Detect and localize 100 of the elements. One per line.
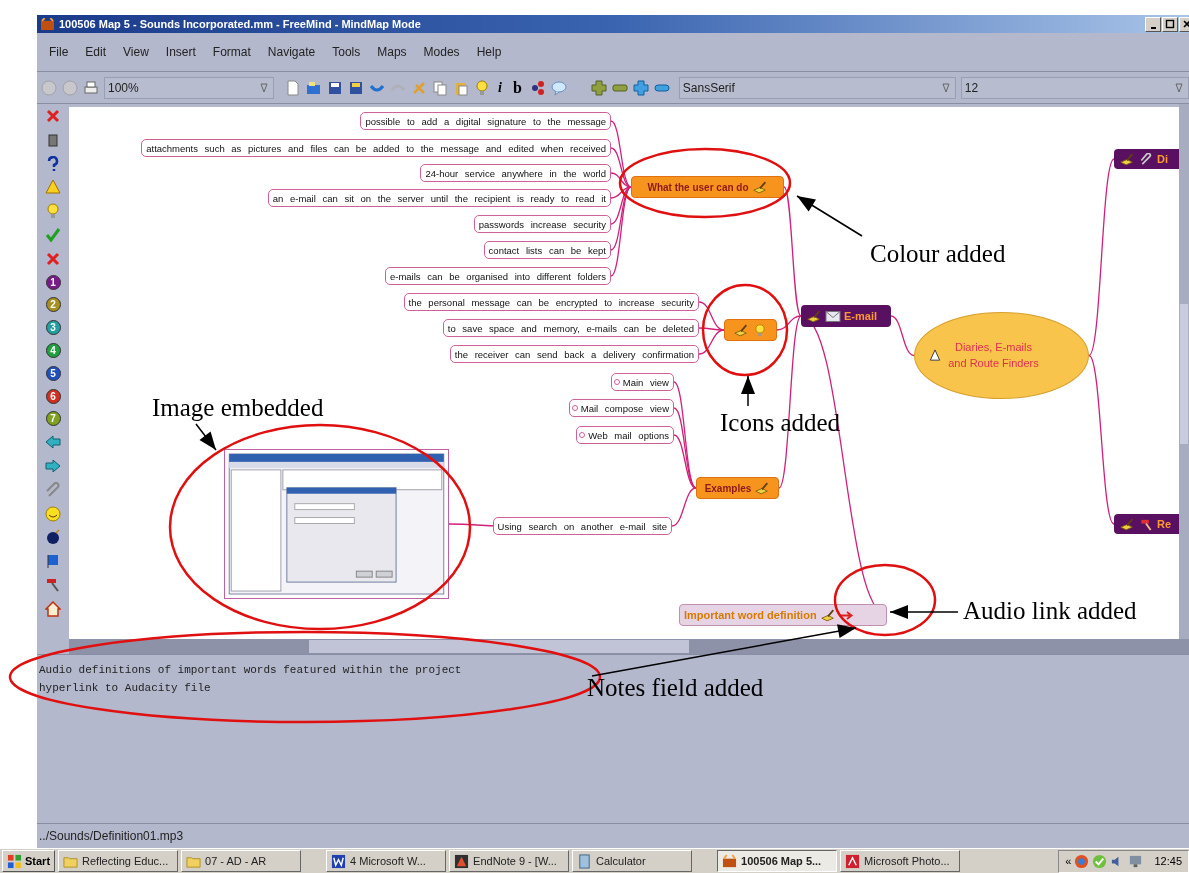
- taskbar-button[interactable]: Microsoft Photo...: [840, 850, 961, 872]
- leaf-node[interactable]: possible to add a digital signature to the message: [360, 112, 611, 130]
- leaf-node[interactable]: Using search on another e-mail site: [492, 517, 672, 535]
- molecule-icon[interactable]: [529, 79, 546, 96]
- branch-node[interactable]: Re: [1114, 514, 1179, 534]
- menu-item[interactable]: Insert: [165, 45, 196, 59]
- open-folder-icon[interactable]: [306, 79, 322, 96]
- smiley-icon[interactable]: [45, 505, 61, 522]
- horizontal-scrollbar[interactable]: [69, 639, 1189, 654]
- taskbar-button[interactable]: Reflecting Educ...: [58, 850, 179, 872]
- fold-marker[interactable]: [579, 432, 586, 438]
- save-as-icon[interactable]: [348, 79, 364, 96]
- branch-node[interactable]: Di: [1114, 149, 1179, 169]
- trash-icon[interactable]: [45, 131, 61, 148]
- leaf-node[interactable]: e-mails can be organised into different folders: [384, 267, 611, 285]
- shield-icon[interactable]: [1092, 853, 1108, 869]
- note-text: hyperlink to Audacity file: [39, 681, 211, 696]
- leaf-node[interactable]: attachments such as pictures and files can be added to the message and edited when received: [141, 139, 611, 157]
- check-icon[interactable]: [45, 227, 61, 243]
- menu-item[interactable]: Format: [212, 45, 251, 59]
- menu-item[interactable]: Help: [476, 45, 502, 59]
- tray-expand-button[interactable]: «: [1065, 855, 1072, 867]
- question-icon[interactable]: [45, 155, 61, 172]
- start-button[interactable]: Start: [2, 850, 56, 872]
- new-file-icon[interactable]: [285, 79, 301, 96]
- clock: 12:45: [1154, 855, 1182, 867]
- leaf-node[interactable]: Web mail options: [576, 426, 674, 444]
- maximize-button[interactable]: [1162, 16, 1178, 32]
- bulb-icon[interactable]: [45, 203, 61, 220]
- brush-icon: [733, 323, 749, 337]
- right-arrow-icon[interactable]: [45, 457, 61, 474]
- paperclip-icon[interactable]: [45, 481, 61, 498]
- topic-node[interactable]: Examples: [696, 477, 779, 499]
- branch-line: [890, 315, 915, 357]
- leaf-node[interactable]: passwords increase security: [473, 215, 611, 233]
- annotation-label: Notes field added: [587, 674, 764, 702]
- brush-icon: [819, 608, 836, 622]
- menu-item[interactable]: Maps: [377, 45, 407, 59]
- bulb-icon[interactable]: [474, 79, 490, 96]
- leaf-node[interactable]: Main view: [610, 373, 674, 391]
- branch-node[interactable]: E-mail: [801, 305, 891, 327]
- priority-icon[interactable]: 5: [45, 365, 61, 381]
- photo-app-icon: [845, 853, 861, 869]
- copy-icon[interactable]: [432, 79, 448, 96]
- taskbar-button[interactable]: Calculator: [572, 850, 693, 872]
- monitor-icon[interactable]: [1128, 853, 1144, 869]
- taskbar-button[interactable]: 07 - AD - AR: [181, 850, 302, 872]
- menu-item[interactable]: Modes: [423, 45, 460, 59]
- font-size-field[interactable]: 12: [960, 76, 1189, 99]
- menu-item[interactable]: Edit: [85, 45, 107, 59]
- flag-icon[interactable]: [45, 553, 61, 570]
- fold-marker[interactable]: [571, 405, 578, 411]
- fold-marker[interactable]: [613, 379, 620, 385]
- menu-item[interactable]: View: [123, 45, 149, 59]
- app-icon: [722, 853, 738, 869]
- leaf-node[interactable]: the receiver can send back a delivery confirmation: [449, 345, 699, 363]
- note-text: Audio definitions of important words featured within the project: [39, 663, 462, 678]
- pointer-arrow: [796, 195, 863, 237]
- zoom-field[interactable]: 100%: [104, 76, 274, 99]
- minimize-button[interactable]: [1145, 16, 1161, 32]
- leaf-node[interactable]: 24-hour service anywhere in the world: [420, 164, 611, 182]
- save-icon[interactable]: [327, 79, 343, 96]
- dropdown-icon[interactable]: [940, 80, 951, 95]
- plus-icon[interactable]: [590, 79, 607, 96]
- home-icon[interactable]: [45, 600, 61, 617]
- priority-icon[interactable]: 1: [45, 274, 61, 290]
- vertical-scrollbar[interactable]: [1179, 104, 1189, 639]
- left-arrow-icon[interactable]: [45, 434, 61, 451]
- hammer-icon[interactable]: [45, 576, 61, 593]
- cross-icon[interactable]: [45, 250, 61, 267]
- priority-icon[interactable]: 6: [45, 388, 61, 404]
- dropdown-icon[interactable]: [259, 80, 269, 95]
- file-path: ../Sounds/Definition01.mp3: [39, 829, 184, 843]
- screenshot-drawing[interactable]: [224, 449, 449, 599]
- bomb-icon[interactable]: [45, 529, 61, 546]
- taskbar-button[interactable]: 4 Microsoft W...: [326, 850, 447, 872]
- taskbar-button[interactable]: 100506 Map 5...: [717, 850, 838, 872]
- italic-button[interactable]: i: [495, 79, 505, 96]
- leaf-node[interactable]: contact lists can be kept: [483, 241, 611, 259]
- dropdown-icon[interactable]: [1174, 80, 1184, 95]
- topic-node[interactable]: [724, 319, 777, 341]
- leaf-node[interactable]: an e-mail can sit on the server until the recipient is ready to read it: [267, 189, 611, 207]
- leaf-node[interactable]: to save space and memory, e-mails can be deleted: [442, 319, 699, 337]
- menu-item[interactable]: File: [49, 45, 69, 59]
- hammer-icon: [1138, 517, 1154, 531]
- globe-icon[interactable]: [1074, 853, 1090, 869]
- document-icon: [331, 853, 347, 869]
- bold-button[interactable]: b: [509, 78, 525, 97]
- leaf-node[interactable]: Mail compose view: [568, 399, 674, 417]
- leaf-node[interactable]: the personal message can be encrypted to increase security: [403, 293, 699, 311]
- brush-icon: [751, 180, 768, 194]
- taskbar-button[interactable]: EndNote 9 - [W...: [449, 850, 570, 872]
- printer-icon[interactable]: [83, 79, 99, 96]
- menu-item[interactable]: Navigate: [267, 45, 316, 59]
- plus-icon[interactable]: [632, 79, 649, 96]
- font-field[interactable]: SansSerif: [678, 76, 956, 99]
- cross-icon[interactable]: [45, 108, 61, 124]
- menu-item[interactable]: Tools: [332, 45, 361, 59]
- warning-icon[interactable]: [45, 179, 61, 196]
- topic-node[interactable]: What the user can do: [631, 176, 784, 198]
